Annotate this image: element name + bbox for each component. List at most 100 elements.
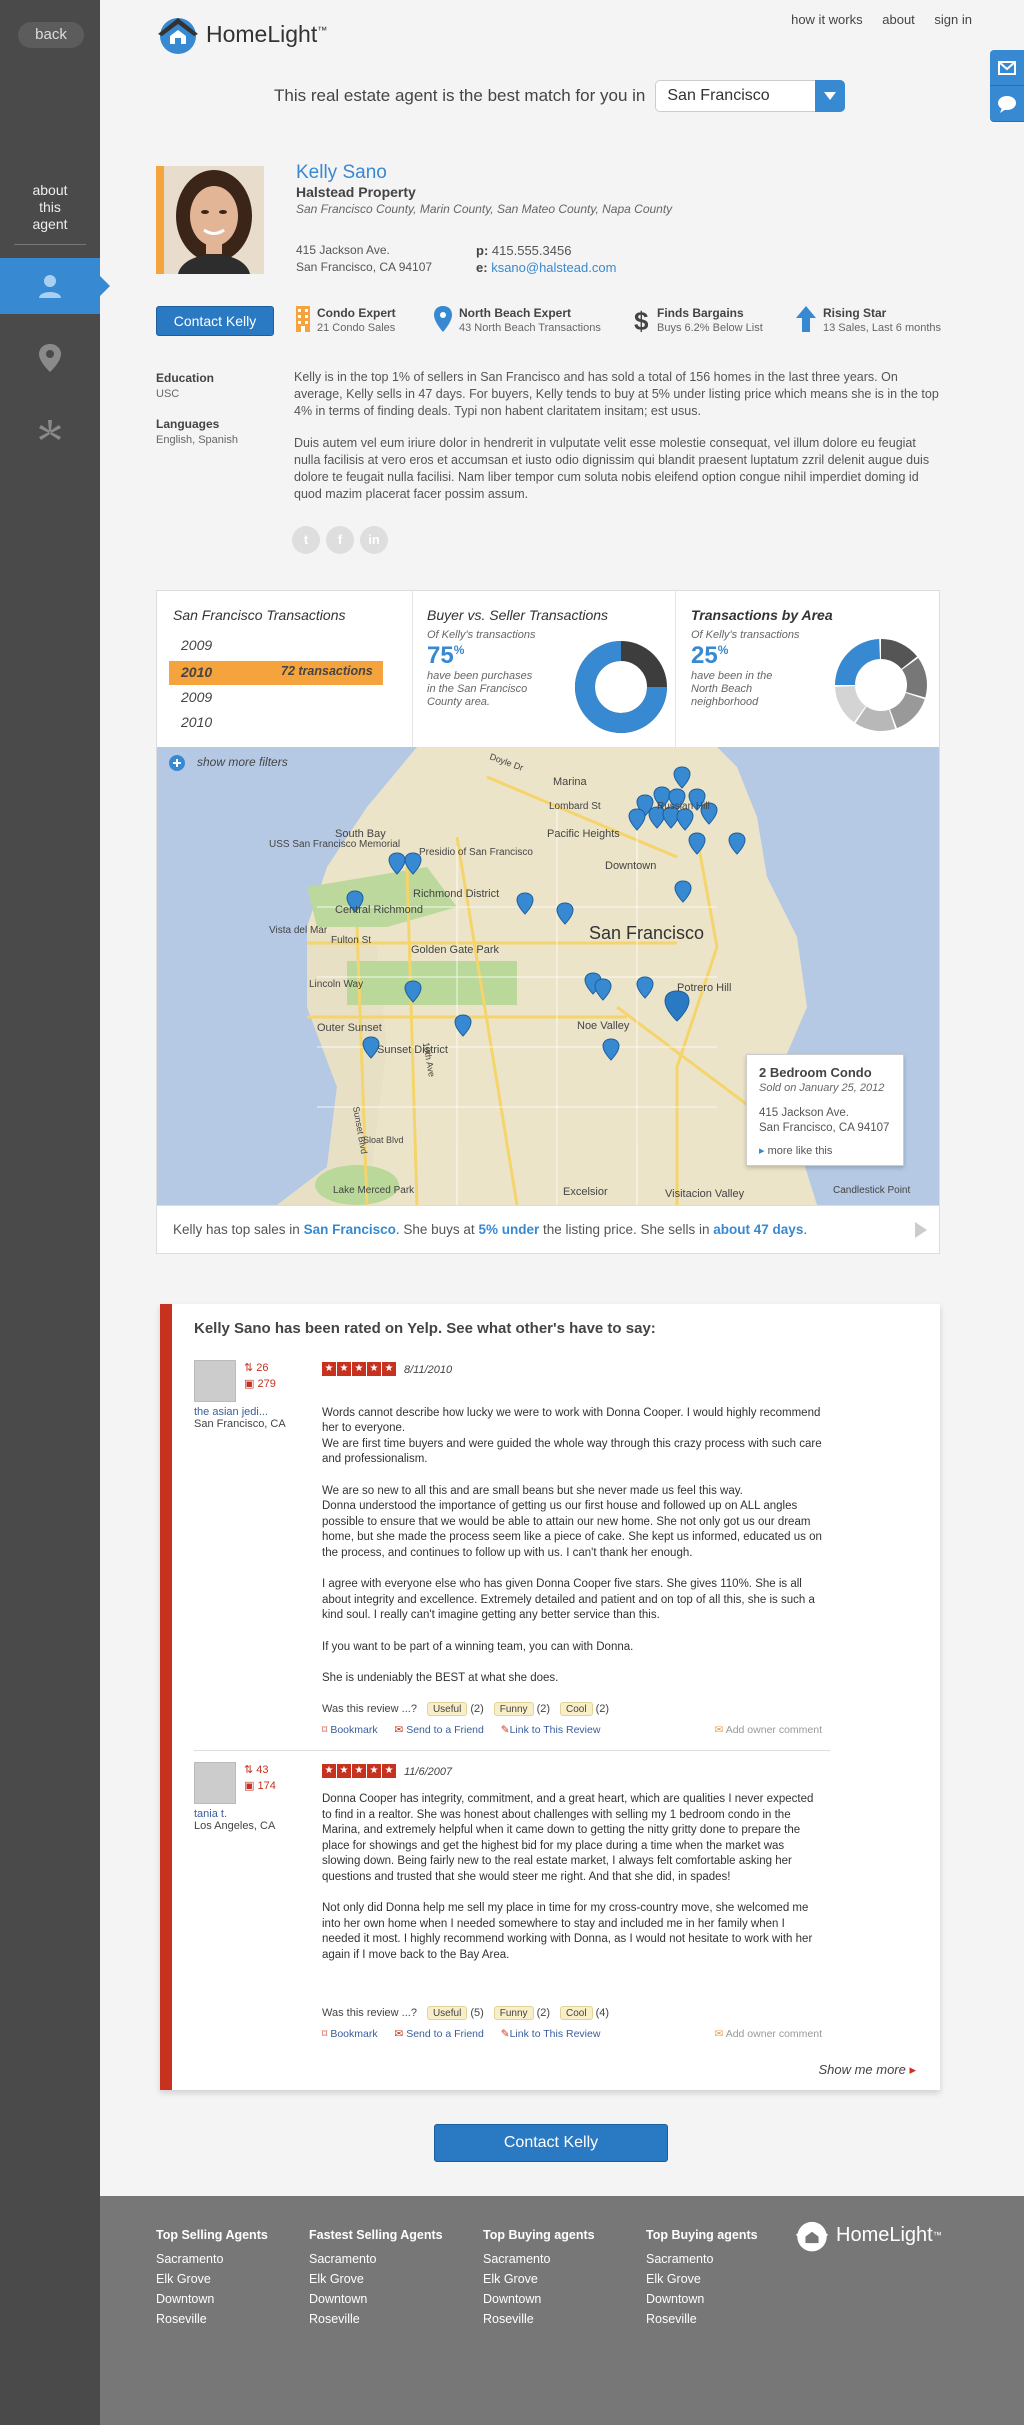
footer-link[interactable]: Roseville [483, 2312, 595, 2326]
useful-button[interactable]: Useful [426, 1702, 468, 1716]
add-owner-comment-link[interactable]: ✉ Add owner comment [715, 1724, 822, 1736]
friends-icon: ⇅ [244, 1764, 257, 1776]
send-to-friend-link[interactable]: ✉ Send to a Friend [395, 1724, 484, 1736]
contact-agent-bottom-button[interactable]: Contact Kelly [434, 2124, 668, 2162]
homelight-logo[interactable]: HomeLight™ [156, 14, 327, 54]
caption-city: San Francisco [303, 1222, 396, 1237]
city-dropdown-toggle[interactable] [815, 80, 846, 112]
nav-sign-in[interactable]: sign in [934, 12, 972, 27]
dollar-icon: $ [634, 306, 649, 334]
footer-link[interactable]: Downtown [309, 2292, 443, 2306]
footer-link[interactable]: Downtown [646, 2292, 758, 2306]
cool-button[interactable]: Cool [560, 2006, 593, 2020]
buyer-seller-donut-chart [575, 641, 667, 733]
footer-link[interactable]: Roseville [309, 2312, 443, 2326]
show-more-filters-link[interactable]: show more filters [197, 755, 288, 769]
map-label: Sloat Blvd [363, 1135, 404, 1145]
more-like-this-link[interactable]: more like this [759, 1144, 891, 1157]
reviewer-name[interactable]: the asian jedi... [194, 1406, 268, 1418]
buyer-seller-unit: % [453, 643, 465, 657]
email-label: e: [476, 260, 488, 275]
year-row[interactable]: 2009 [181, 637, 212, 653]
sidebar-tab-profile[interactable] [0, 258, 110, 314]
footer-col-top-selling: Top Selling Agents Sacramento Elk Grove … [156, 2228, 268, 2332]
twitter-icon[interactable]: t [292, 526, 320, 554]
link-to-review[interactable]: ✎Link to This Review [501, 2028, 601, 2040]
linkedin-icon[interactable]: in [360, 526, 388, 554]
footer-link[interactable]: Sacramento [483, 2252, 595, 2266]
star-icon: ★ [322, 1764, 336, 1778]
year-row[interactable]: 2010 [181, 714, 212, 730]
footer-link[interactable]: Downtown [483, 2292, 595, 2306]
caption-text: . She buys at [395, 1222, 479, 1237]
funny-button[interactable]: Funny [493, 1702, 534, 1716]
footer-logo[interactable]: HomeLight ™ [794, 2218, 942, 2252]
map-label: Sunset District [377, 1044, 448, 1056]
agent-contact: p: 415.555.3456 e: ksano@halstead.com [476, 242, 616, 276]
review-body: Donna Cooper has integrity, commitment, … [322, 1792, 822, 1979]
show-more-reviews-link[interactable]: Show me more [818, 2062, 916, 2078]
star-rating: ★ ★ ★ ★ ★ [322, 1764, 397, 1778]
bookmark-link[interactable]: ⌑ Bookmark [322, 2028, 378, 2040]
footer-link[interactable]: Sacramento [646, 2252, 758, 2266]
reviewer-avatar[interactable] [194, 1360, 236, 1402]
funny-button[interactable]: Funny [493, 2006, 534, 2020]
map-pin-icon [434, 306, 452, 332]
footer-link[interactable]: Roseville [156, 2312, 268, 2326]
map-label: Candlestick Point [833, 1185, 910, 1196]
map-label: Potrero Hill [677, 982, 731, 994]
back-button[interactable]: back [18, 22, 84, 48]
caption-under: 5% under [478, 1222, 540, 1237]
send-to-friend-link[interactable]: ✉ Send to a Friend [395, 2028, 484, 2040]
sidebar-tab-yelp[interactable] [0, 404, 100, 460]
year-row-selected[interactable]: 2010 [181, 664, 212, 680]
reviewer-name[interactable]: tania t. [194, 1808, 227, 1820]
nav-how-it-works[interactable]: how it works [791, 12, 863, 27]
send-label: Send to a Friend [406, 1724, 484, 1736]
review-count: 279 [257, 1378, 276, 1390]
nav-about[interactable]: about [882, 12, 915, 27]
footer-col-top-buying-2: Top Buying agents Sacramento Elk Grove D… [646, 2228, 758, 2332]
map-label: South Bay [335, 828, 386, 840]
footer-link[interactable]: Elk Grove [309, 2272, 443, 2286]
review-separator [194, 1750, 830, 1751]
useful-button[interactable]: Useful [426, 2006, 468, 2020]
footer-link[interactable]: Sacramento [309, 2252, 443, 2266]
footer-link[interactable]: Elk Grove [483, 2272, 595, 2286]
link-to-review[interactable]: ✎Link to This Review [501, 1724, 601, 1736]
envelope-icon [998, 60, 1016, 75]
reviewer-avatar[interactable] [194, 1762, 236, 1804]
facebook-icon[interactable]: f [326, 526, 354, 554]
city-select[interactable]: San Francisco [655, 80, 846, 112]
agent-company: Halstead Property [296, 184, 416, 200]
left-sidebar: back about this agent [0, 0, 110, 2425]
reviewer-counts: ⇅ 26 ▣ 279 [244, 1360, 276, 1392]
chat-tab[interactable] [990, 86, 1024, 122]
contact-agent-button[interactable]: Contact Kelly [156, 306, 274, 336]
bookmark-link[interactable]: ⌑ Bookmark [322, 1724, 378, 1736]
yelp-title: Kelly Sano has been rated on Yelp. See w… [194, 1320, 656, 1337]
footer-link[interactable]: Elk Grove [156, 2272, 268, 2286]
play-arrow-icon[interactable] [915, 1222, 927, 1238]
badge-north-beach-expert: North Beach Expert 43 North Beach Transac… [434, 306, 601, 334]
year-transaction-count: 72 transactions [281, 664, 373, 678]
review-vote-row: Was this review ...? Useful (2) Funny (2) … [322, 1702, 609, 1716]
cool-button[interactable]: Cool [560, 1702, 593, 1716]
reviewer-counts: ⇅ 43 ▣ 174 [244, 1762, 276, 1794]
link-label: Link to This Review [509, 1724, 601, 1736]
footer-link[interactable]: Roseville [646, 2312, 758, 2326]
agent-email[interactable]: ksano@halstead.com [491, 260, 616, 275]
owner-comment-label: Add owner comment [725, 2028, 822, 2040]
sidebar-tab-map[interactable] [0, 330, 100, 386]
star-icon: ★ [352, 1764, 366, 1778]
footer-link[interactable]: Downtown [156, 2292, 268, 2306]
year-row[interactable]: 2009 [181, 689, 212, 705]
email-tab[interactable] [990, 50, 1024, 86]
right-side-tabs [990, 50, 1024, 122]
footer-link[interactable]: Sacramento [156, 2252, 268, 2266]
map-label: Russian Hill [657, 801, 710, 812]
footer-link[interactable]: Elk Grove [646, 2272, 758, 2286]
send-label: Send to a Friend [406, 2028, 484, 2040]
add-owner-comment-link[interactable]: ✉ Add owner comment [715, 2028, 822, 2040]
agent-phone[interactable]: 415.555.3456 [492, 243, 572, 258]
